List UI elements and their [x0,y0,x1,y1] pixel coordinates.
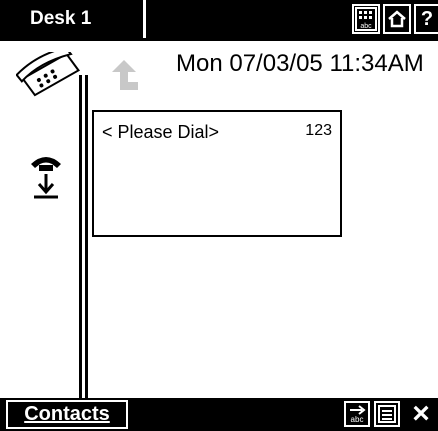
keypad-abc-button[interactable]: abc [352,4,380,34]
top-separator [0,38,438,41]
help-button[interactable]: ? [414,4,438,34]
home-icon [388,10,406,28]
dial-box[interactable]: < Please Dial> 123 [92,110,342,237]
dial-count: 123 [305,122,332,139]
abc-arrow-button[interactable]: abc [344,401,370,427]
back-arrow-icon[interactable] [104,56,144,94]
close-button[interactable]: × [404,397,438,430]
svg-text:abc: abc [360,23,372,30]
help-icon: ? [420,7,434,30]
handset-down-icon[interactable] [28,150,64,202]
svg-text:abc: abc [351,415,364,424]
list-icon [378,405,396,423]
left-divider-2 [85,75,88,400]
keypad-abc-icon: abc [355,7,377,31]
window-title: Desk 1 [0,0,146,38]
dial-prompt: < Please Dial> [102,122,220,142]
datetime-label: Mon 07/03/05 11:34AM [176,50,424,77]
close-icon: × [412,397,430,430]
top-bar: Desk 1 abc ? [0,0,438,38]
contacts-button[interactable]: Contacts [6,400,128,429]
bottom-bar: Contacts abc × [0,398,438,431]
home-button[interactable] [383,4,411,34]
abc-arrow-icon: abc [350,405,366,424]
phone-icon [16,52,80,97]
left-divider-1 [79,75,82,400]
list-button[interactable] [374,401,400,427]
